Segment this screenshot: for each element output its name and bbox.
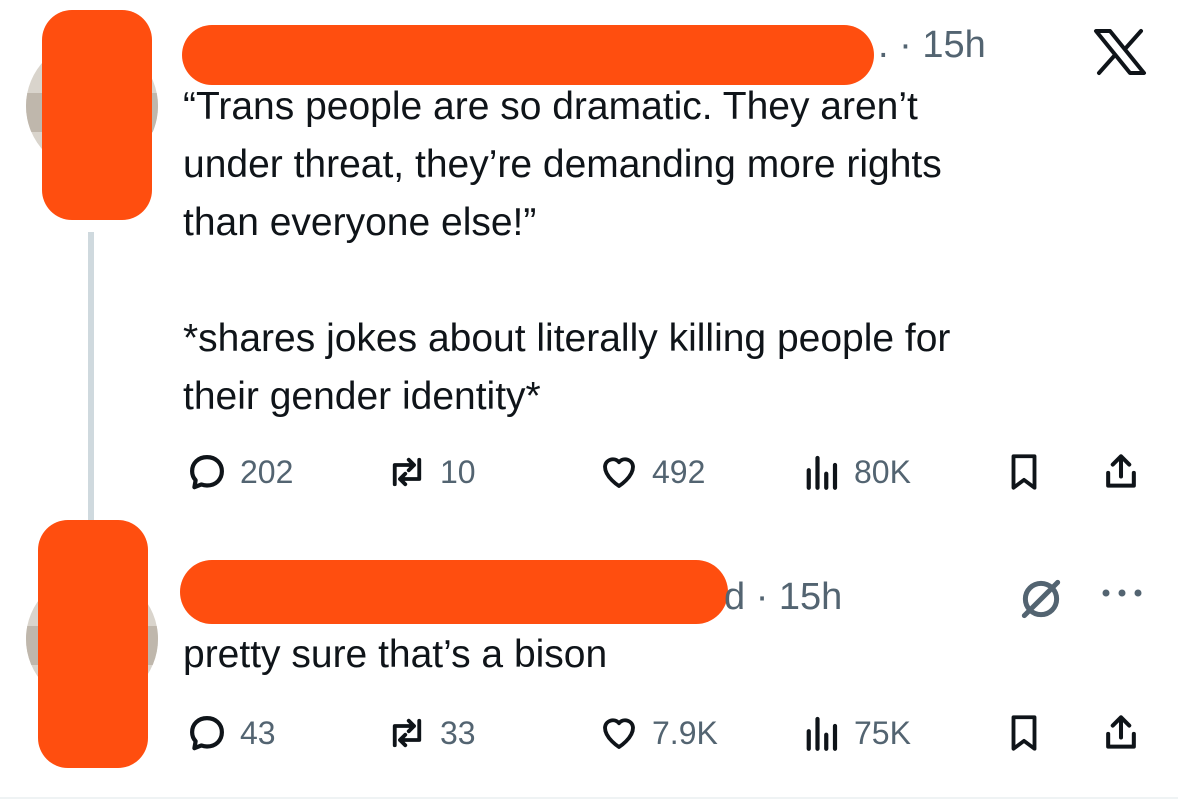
bookmark-icon: [1011, 715, 1037, 751]
redaction-mark: [180, 560, 728, 624]
bookmark-button[interactable]: [1003, 451, 1045, 493]
share-button[interactable]: [1099, 710, 1143, 754]
bookmark-button[interactable]: [1003, 712, 1045, 754]
retweet-icon: [392, 718, 422, 748]
tweet-timestamp[interactable]: d · 15h: [724, 576, 842, 619]
views-icon: [806, 716, 838, 751]
reply-button[interactable]: 43: [186, 712, 276, 754]
like-count: 492: [652, 453, 706, 490]
heart-icon: [603, 457, 635, 488]
heart-icon: [603, 718, 635, 749]
retweet-icon: [392, 457, 422, 487]
retweet-button[interactable]: 10: [386, 451, 476, 493]
share-icon: [1106, 715, 1136, 749]
reply-count: 202: [240, 453, 294, 490]
tweet-timestamp[interactable]: . · 15h: [878, 24, 986, 67]
reply-count: 43: [240, 714, 276, 751]
tweet-text: “Trans people are so dramatic. They aren…: [183, 85, 951, 418]
x-logo-icon[interactable]: [1092, 28, 1148, 76]
like-count: 7.9K: [652, 714, 718, 751]
share-icon: [1106, 454, 1136, 488]
like-button[interactable]: 492: [598, 451, 705, 493]
view-count: 80K: [854, 453, 911, 490]
reply-button[interactable]: 202: [186, 451, 293, 493]
views-button[interactable]: 75K: [800, 712, 911, 754]
reply-icon: [190, 455, 224, 490]
view-count: 75K: [854, 714, 911, 751]
redaction-mark: [182, 25, 874, 85]
grok-icon[interactable]: [1016, 574, 1066, 624]
bookmark-icon: [1011, 454, 1037, 490]
thread-connector-line: [88, 232, 94, 532]
retweet-button[interactable]: 33: [386, 712, 476, 754]
views-button[interactable]: 80K: [800, 451, 911, 493]
like-button[interactable]: 7.9K: [598, 712, 718, 754]
retweet-count: 10: [440, 453, 476, 490]
views-icon: [806, 455, 838, 490]
divider: [0, 797, 1178, 799]
reply-icon: [190, 716, 224, 751]
redaction-mark: [42, 10, 152, 220]
more-options-icon[interactable]: [1098, 583, 1146, 603]
redaction-mark: [38, 520, 148, 768]
share-button[interactable]: [1099, 449, 1143, 493]
tweet-text: pretty sure that’s a bison: [183, 633, 608, 676]
retweet-count: 33: [440, 714, 476, 751]
